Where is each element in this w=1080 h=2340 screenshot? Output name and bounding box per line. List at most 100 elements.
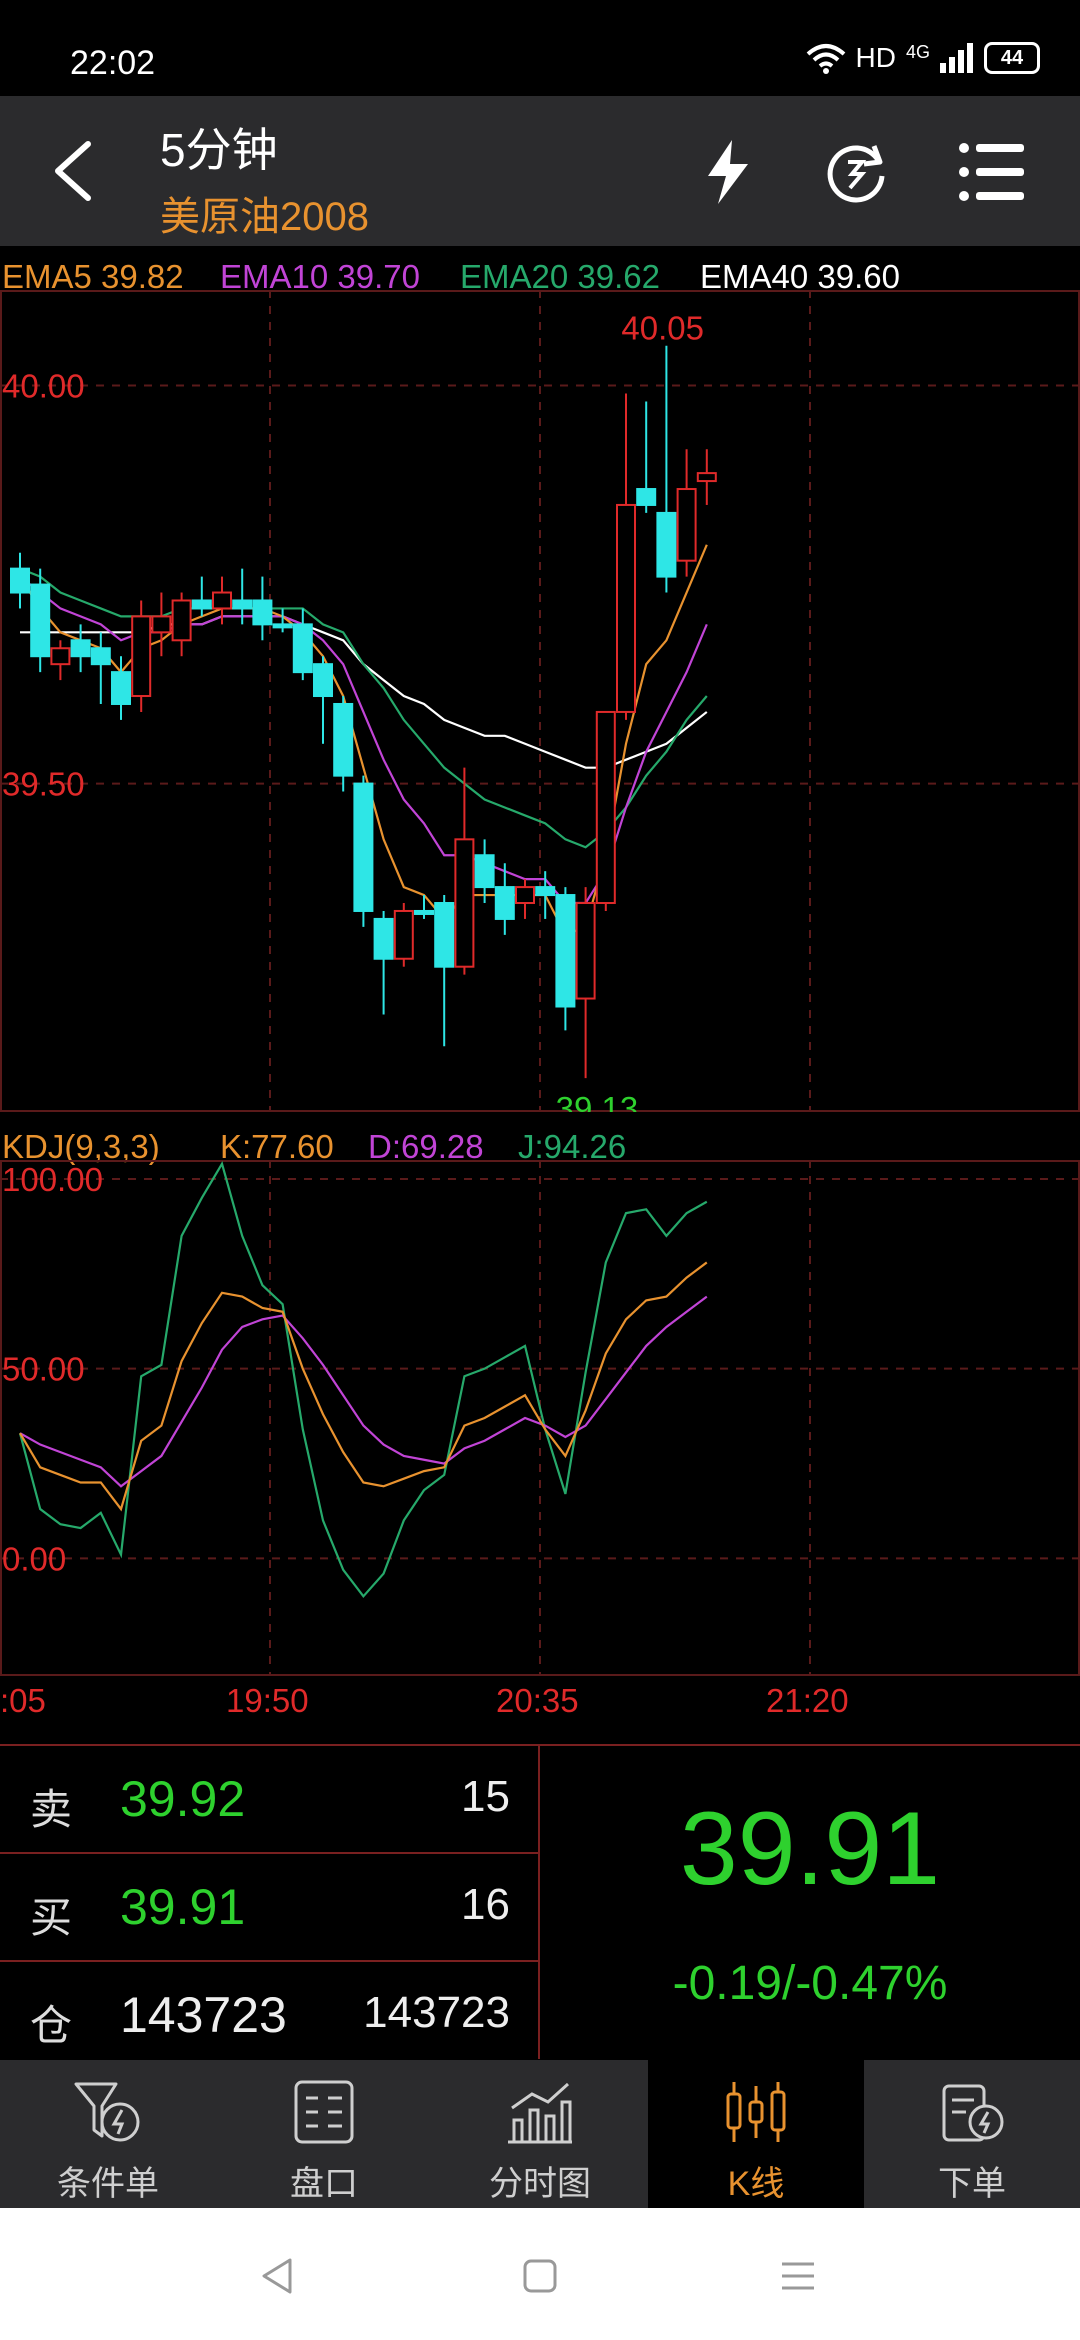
candle-body: [151, 615, 172, 634]
candle-body: [313, 663, 333, 698]
ask-volume: 15: [461, 1772, 510, 1821]
price-change: -0.19/-0.47%: [672, 1957, 948, 2010]
candle-body: [191, 599, 212, 610]
y-tick-label: 0.00: [2, 1540, 66, 1577]
timeshare-chart-icon: [508, 2082, 572, 2144]
candle-body: [171, 599, 192, 642]
bid-price: 39.91: [120, 1879, 246, 1935]
back-icon[interactable]: [40, 136, 110, 206]
wifi-icon: [806, 44, 845, 74]
candle-body: [676, 488, 697, 562]
candle-body: [252, 599, 273, 626]
ask-label: 卖: [30, 1786, 73, 1833]
bottom-tab-bar: 条件单 盘口 分时图 K线 下单: [0, 2060, 1080, 2208]
status-time: 22:02: [70, 44, 156, 82]
candle-body: [30, 583, 51, 658]
candle-body: [10, 567, 30, 594]
candle-body: [696, 472, 717, 483]
candle-body: [353, 782, 374, 912]
candle-body: [414, 909, 434, 915]
time-axis: :05 19:50 20:35 21:20: [0, 1676, 1080, 1746]
chart-frame: [0, 290, 1080, 1112]
place-order-icon: [942, 2084, 1004, 2142]
candle-body: [272, 623, 293, 629]
candle-body: [535, 886, 556, 897]
candle-body: [515, 886, 535, 905]
tab-order-book[interactable]: 盘口: [216, 2060, 432, 2208]
kdj-j-line: [18, 1161, 708, 1599]
candle-body: [90, 647, 111, 666]
tab-timeshare-chart[interactable]: 分时图: [432, 2060, 648, 2208]
bid-label: 买: [30, 1894, 73, 1941]
candle-body: [434, 902, 455, 968]
candlestick-chart[interactable]: 40.00 39.50 40.05 39.13: [0, 290, 1080, 1112]
last-price: 39.91: [679, 1791, 941, 1907]
y-tick-label: 39.50: [2, 766, 85, 803]
candle-body: [636, 488, 657, 506]
nav-home-icon[interactable]: [522, 2258, 558, 2294]
tab-label: 盘口: [290, 2165, 358, 2203]
low-price-label: 39.13: [556, 1090, 639, 1112]
lightning-icon[interactable]: [688, 132, 768, 212]
signal-type: 4G: [905, 42, 930, 62]
open-interest-label: 仓: [30, 2002, 73, 2049]
tab-kline[interactable]: K线: [648, 2060, 864, 2208]
header: 5分钟 美原油2008: [0, 96, 1080, 246]
conditional-order-icon: [74, 2082, 140, 2142]
candle-body: [292, 623, 313, 674]
nav-menu-icon[interactable]: [780, 2258, 816, 2294]
time-tick: 21:20: [766, 1682, 849, 1719]
time-tick: :05: [0, 1682, 46, 1719]
candle-body: [232, 599, 253, 610]
candle-body: [454, 838, 475, 968]
ask-row[interactable]: 卖 39.92 15: [0, 1746, 540, 1854]
kdj-d-line: [19, 1295, 708, 1488]
tab-label: 分时图: [489, 2165, 591, 2203]
y-tick-label: 40.00: [2, 368, 85, 405]
ask-price: 39.92: [120, 1771, 246, 1827]
page-title: 5分钟: [160, 124, 278, 176]
candle-body: [474, 854, 495, 889]
battery-icon: 44: [984, 42, 1040, 74]
candle-body: [575, 902, 596, 1000]
candle-body: [595, 710, 616, 905]
status-bar: 22:02 HD 4G 44: [0, 0, 1080, 96]
network-label: HD: [855, 42, 896, 73]
time-tick: 20:35: [496, 1682, 579, 1719]
candle-body: [333, 702, 354, 777]
candle-body: [656, 511, 677, 578]
candle-body: [111, 671, 131, 705]
refresh-icon[interactable]: [816, 132, 896, 212]
menu-icon[interactable]: [952, 132, 1032, 212]
system-nav-bar: [0, 2208, 1080, 2340]
bid-row[interactable]: 买 39.91 16: [0, 1854, 540, 1962]
kline-icon: [726, 2082, 786, 2142]
instrument-name[interactable]: 美原油2008: [160, 184, 369, 242]
tab-label: 下单: [938, 2165, 1006, 2203]
kdj-k-line: [19, 1261, 708, 1512]
open-interest-value: 143723: [120, 1987, 287, 2043]
status-indicators: HD 4G 44: [806, 42, 1040, 74]
nav-back-icon[interactable]: [258, 2256, 298, 2296]
open-interest-row: 仓 143723 143723: [0, 1962, 540, 2068]
candle-body: [373, 917, 394, 960]
open-interest-total: 143723: [363, 1988, 510, 2037]
candle-body: [50, 647, 71, 666]
tab-label: 条件单: [57, 2165, 159, 2203]
tab-place-order[interactable]: 下单: [864, 2060, 1080, 2208]
signal-icon: [940, 43, 973, 73]
candle-body: [212, 591, 232, 610]
y-tick-label: 100.00: [2, 1161, 103, 1198]
high-price-label: 40.05: [621, 310, 704, 347]
tab-conditional-order[interactable]: 条件单: [0, 2060, 216, 2208]
candle-body: [70, 639, 91, 658]
candle-body: [494, 886, 515, 920]
tab-label: K线: [727, 2165, 785, 2203]
kdj-chart[interactable]: 100.00 50.00 0.00: [0, 1160, 1080, 1676]
order-book-icon: [294, 2080, 354, 2144]
bid-volume: 16: [461, 1880, 510, 1929]
time-tick: 19:50: [226, 1682, 309, 1719]
candle-body: [555, 894, 576, 1008]
candle-body: [616, 503, 636, 713]
y-tick-label: 50.00: [2, 1351, 85, 1388]
